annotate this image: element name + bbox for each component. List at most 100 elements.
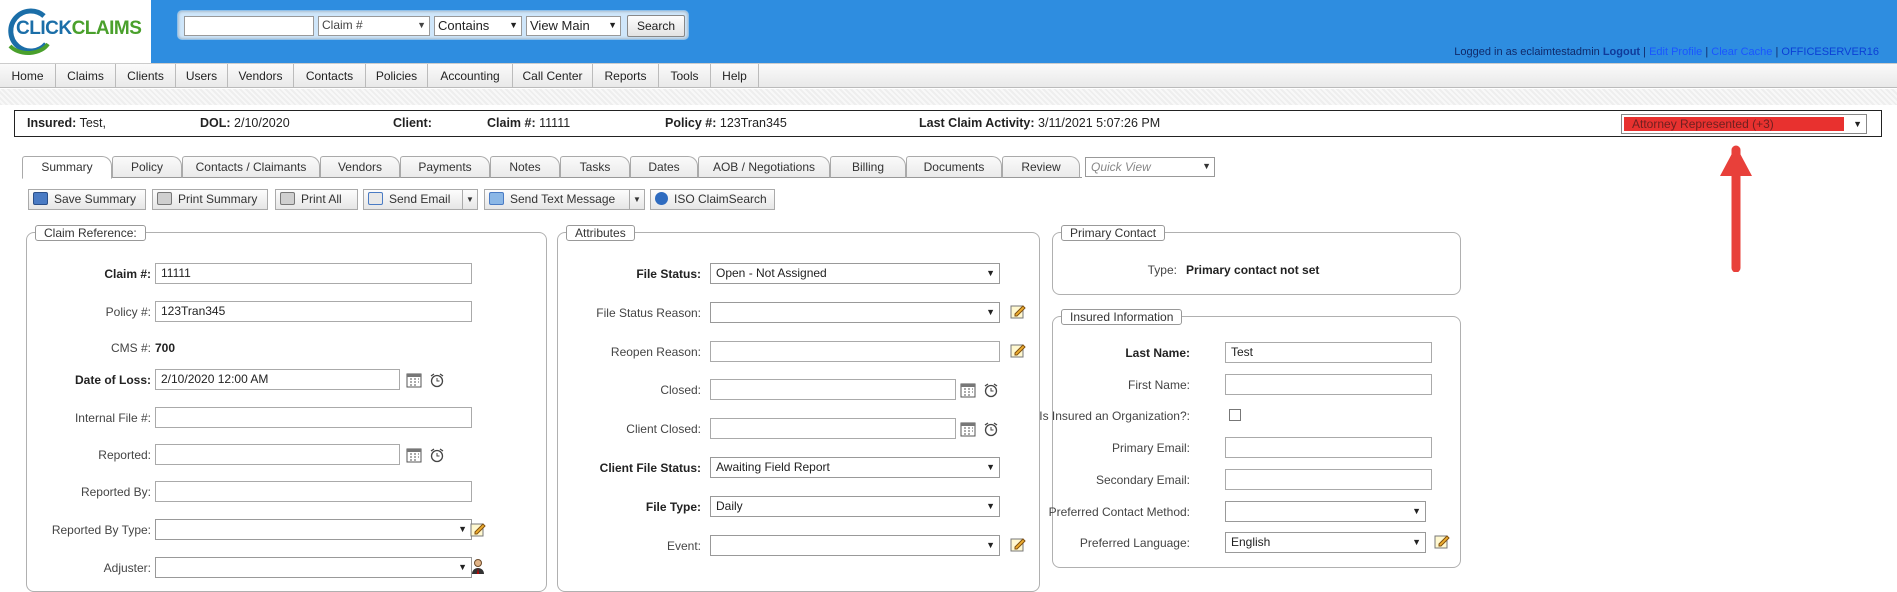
reported-by-type-select[interactable]: ▼ [155, 519, 472, 540]
calendar-icon[interactable] [960, 421, 976, 437]
tab-tasks[interactable]: Tasks [560, 156, 630, 178]
tab-review[interactable]: Review [1002, 156, 1080, 178]
info-claim: Claim #: 11111 [487, 116, 571, 130]
chevron-down-icon[interactable]: ▼ [629, 190, 644, 209]
internal-file-label: Internal File #: [74, 411, 151, 425]
client-file-status-label: Client File Status: [599, 461, 701, 475]
edit-list-icon[interactable] [1010, 342, 1026, 358]
reported-date-input[interactable] [155, 444, 400, 465]
menu-claims[interactable]: Claims [56, 64, 116, 88]
closed-date-input[interactable] [710, 379, 956, 400]
secondary-email-input[interactable] [1225, 469, 1432, 490]
claim-flag-select[interactable]: Attorney Represented (+3) ▼ [1621, 114, 1867, 134]
app-header: CLICKCLAIMS Claim # ▼ Contains ▼ View Main… [0, 0, 1897, 63]
policy-number-input[interactable]: 123Tran345 [155, 301, 472, 322]
clear-cache-link[interactable]: Clear Cache [1711, 46, 1772, 58]
search-button[interactable]: Search [627, 15, 685, 37]
print-all-button[interactable]: Print All [275, 189, 358, 210]
tab-billing[interactable]: Billing [830, 156, 906, 178]
quick-view-select[interactable]: Quick View ▼ [1085, 157, 1215, 177]
search-view-select[interactable]: View Main ▼ [526, 16, 621, 36]
menu-help[interactable]: Help [711, 64, 759, 88]
tab-notes[interactable]: Notes [490, 156, 560, 178]
event-select[interactable]: ▼ [710, 535, 1000, 556]
adjuster-select[interactable]: ▼ [155, 557, 472, 578]
reported-by-input[interactable] [155, 481, 472, 502]
chevron-down-icon: ▼ [1412, 506, 1421, 516]
edit-profile-link[interactable]: Edit Profile [1649, 46, 1702, 58]
alarm-clock-icon[interactable] [429, 447, 445, 463]
tab-contacts-claimants[interactable]: Contacts / Claimants [182, 156, 320, 178]
client-closed-label: Client Closed: [626, 422, 701, 436]
menu-tools[interactable]: Tools [659, 64, 711, 88]
menu-clients[interactable]: Clients [116, 64, 176, 88]
quick-search-bar: Claim # ▼ Contains ▼ View Main ▼ Search [177, 10, 689, 40]
edit-list-icon[interactable] [1010, 536, 1026, 552]
save-disk-icon [33, 192, 48, 205]
file-status-select[interactable]: Open - Not Assigned ▼ [710, 263, 1000, 284]
preferred-language-select[interactable]: English ▼ [1225, 532, 1426, 553]
menu-reports[interactable]: Reports [593, 64, 659, 88]
is-organization-checkbox[interactable] [1229, 409, 1241, 421]
edit-list-icon[interactable] [470, 521, 486, 537]
preferred-contact-method-select[interactable]: ▼ [1225, 501, 1426, 522]
tab-policy[interactable]: Policy [112, 156, 182, 178]
internal-file-input[interactable] [155, 407, 472, 428]
calendar-icon[interactable] [960, 382, 976, 398]
primary-email-input[interactable] [1225, 437, 1432, 458]
first-name-input[interactable] [1225, 374, 1432, 395]
iso-claimsearch-button[interactable]: ISO ClaimSearch [650, 189, 775, 210]
send-text-message-button[interactable]: Send Text Message ▼ [484, 189, 645, 210]
date-of-loss-input[interactable]: 2/10/2020 12:00 AM [155, 369, 400, 390]
menu-users[interactable]: Users [176, 64, 228, 88]
alarm-clock-icon[interactable] [429, 372, 445, 388]
first-name-label: First Name: [1127, 378, 1190, 392]
menu-home[interactable]: Home [0, 64, 56, 88]
preferred-language-label: Preferred Language: [1079, 536, 1190, 550]
send-email-button[interactable]: Send Email ▼ [363, 189, 478, 210]
logout-link[interactable]: Logout [1603, 46, 1640, 58]
search-input[interactable] [184, 16, 314, 36]
client-file-status-select[interactable]: Awaiting Field Report ▼ [710, 457, 1000, 478]
menu-contacts[interactable]: Contacts [294, 64, 366, 88]
login-status: Logged in as eclaimtestadmin Logout | Ed… [1454, 46, 1879, 58]
search-field-select[interactable]: Claim # ▼ [318, 16, 430, 36]
calendar-icon[interactable] [406, 372, 422, 388]
tab-dates[interactable]: Dates [630, 156, 698, 178]
menu-accounting[interactable]: Accounting [428, 64, 513, 88]
alarm-clock-icon[interactable] [983, 382, 999, 398]
annotation-arrow-icon [1720, 145, 1752, 272]
tab-documents[interactable]: Documents [906, 156, 1002, 178]
chevron-down-icon: ▼ [986, 307, 995, 317]
info-insured: Insured: Test, [27, 116, 106, 130]
search-match-select[interactable]: Contains ▼ [434, 16, 522, 36]
person-icon[interactable] [470, 558, 486, 574]
tab-vendors[interactable]: Vendors [320, 156, 400, 178]
menu-call-center[interactable]: Call Center [513, 64, 593, 88]
chevron-down-icon: ▼ [1202, 161, 1211, 171]
menu-vendors[interactable]: Vendors [228, 64, 294, 88]
tab-aob-negotiations[interactable]: AOB / Negotiations [698, 156, 830, 178]
tab-summary[interactable]: Summary [22, 156, 112, 179]
chevron-down-icon[interactable]: ▼ [462, 190, 477, 209]
event-label: Event: [666, 539, 701, 553]
reopen-reason-input[interactable] [710, 341, 1000, 362]
tab-payments[interactable]: Payments [400, 156, 490, 178]
file-status-reason-select[interactable]: ▼ [710, 302, 1000, 323]
envelope-icon [368, 192, 383, 205]
save-summary-button[interactable]: Save Summary [28, 189, 146, 210]
edit-list-icon[interactable] [1010, 303, 1026, 319]
alarm-clock-icon[interactable] [983, 421, 999, 437]
print-summary-button[interactable]: Print Summary [152, 189, 268, 210]
file-status-reason-label: File Status Reason: [596, 306, 701, 320]
last-name-input[interactable]: Test [1225, 342, 1432, 363]
client-closed-date-input[interactable] [710, 418, 956, 439]
menu-policies[interactable]: Policies [366, 64, 428, 88]
panel-title: Primary Contact [1061, 225, 1166, 241]
calendar-icon[interactable] [406, 447, 422, 463]
claim-number-input[interactable]: 11111 [155, 263, 472, 284]
file-type-select[interactable]: Daily ▼ [710, 496, 1000, 517]
edit-list-icon[interactable] [1434, 533, 1450, 549]
date-of-loss-label: Date of Loss: [74, 373, 151, 387]
clickclaims-logo[interactable]: CLICKCLAIMS [0, 0, 151, 63]
